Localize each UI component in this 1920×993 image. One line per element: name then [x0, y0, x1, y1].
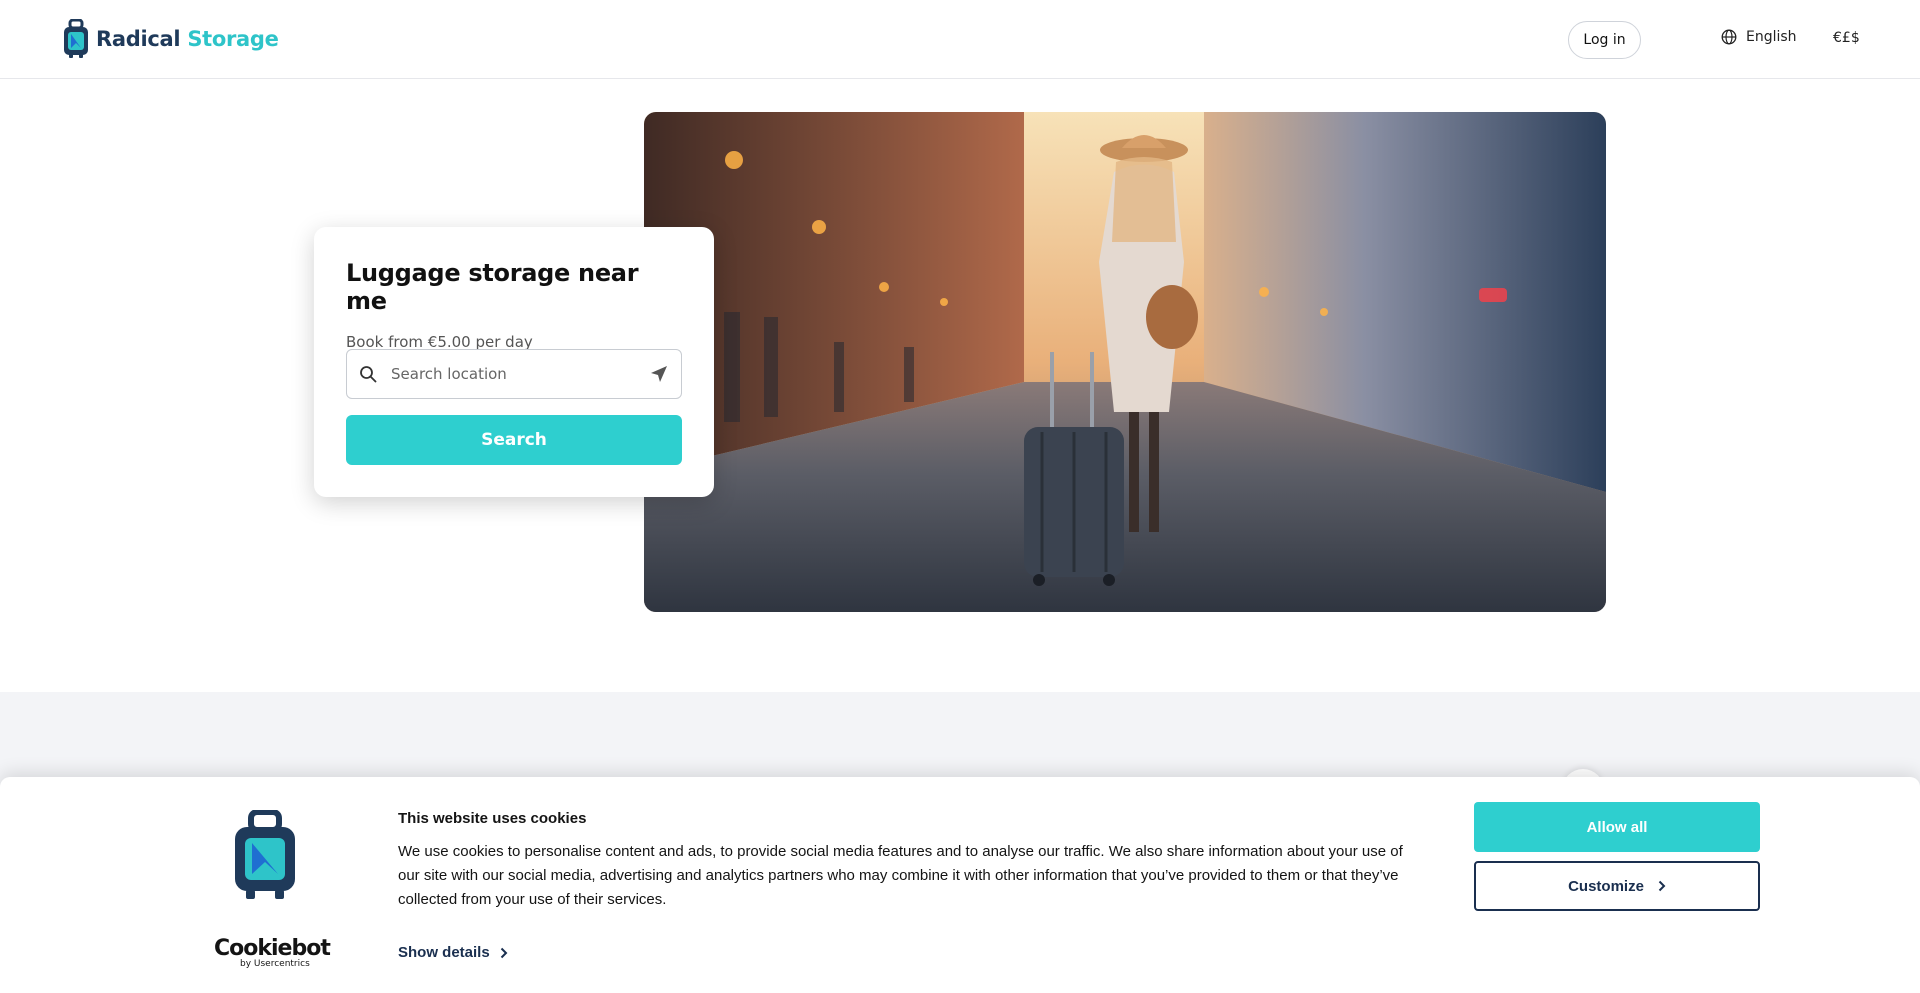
brand-name-part1: Radical	[96, 27, 181, 51]
search-button[interactable]: Search	[346, 415, 682, 465]
search-card: Luggage storage near me Book from €5.00 …	[314, 227, 714, 497]
brand-logo[interactable]: Radical Storage	[62, 19, 279, 59]
globe-icon	[1721, 29, 1737, 45]
cookiebot-brand: Cookiebot	[214, 936, 331, 961]
search-icon	[360, 366, 377, 383]
luggage-logo-icon	[235, 809, 295, 899]
cookiebot-logo: Cookiebot by Usercentrics	[214, 936, 331, 970]
brand-name: Radical Storage	[96, 27, 279, 51]
cookie-brand-logo	[232, 809, 298, 904]
location-search-input[interactable]	[391, 365, 649, 383]
hero-image	[644, 112, 1606, 612]
show-details-link[interactable]: Show details	[398, 944, 508, 961]
chevron-right-icon	[1658, 880, 1666, 892]
cookie-description: We use cookies to personalise content an…	[398, 843, 1403, 908]
site-header: Radical Storage Log in English €£$	[0, 0, 1920, 79]
brand-name-part2: Storage	[187, 27, 279, 51]
language-selector[interactable]: English	[1721, 29, 1797, 45]
show-details-label: Show details	[398, 944, 490, 961]
page-title: Luggage storage near me	[346, 259, 639, 315]
current-location-icon[interactable]	[649, 364, 669, 384]
login-button[interactable]: Log in	[1568, 21, 1641, 59]
customize-button[interactable]: Customize	[1474, 861, 1760, 911]
currency-selector[interactable]: €£$	[1833, 30, 1860, 46]
customize-label: Customize	[1568, 877, 1644, 895]
location-search-box	[346, 349, 682, 399]
language-label: English	[1746, 29, 1797, 45]
cookie-title: This website uses cookies	[398, 810, 587, 827]
chevron-right-icon	[500, 947, 508, 958]
allow-all-button[interactable]: Allow all	[1474, 802, 1760, 852]
luggage-logo-icon	[64, 19, 88, 58]
